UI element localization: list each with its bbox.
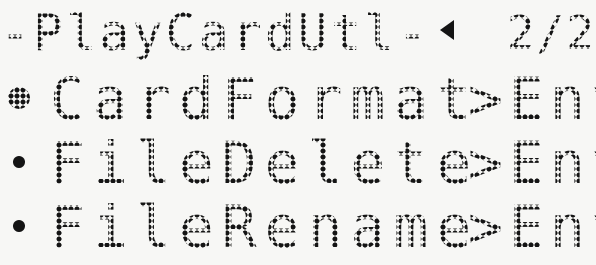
enter-action-label: >Ent (468, 65, 596, 133)
bullet-icon (13, 156, 25, 168)
menu-item-file-delete[interactable]: FileDelete >Ent (0, 129, 596, 197)
page-indicator: 2/2 (506, 6, 596, 60)
triangle-left-icon (440, 20, 454, 40)
menu-item-file-rename[interactable]: FileRename >Ent (0, 193, 596, 261)
menu-item-label: FileDelete (50, 129, 480, 197)
header-row: -PlayCardUtl- 2/2 (0, 6, 596, 60)
selected-bullet-icon (8, 87, 30, 109)
bullet-icon (13, 220, 25, 232)
lcd-display: -PlayCardUtl- 2/2 CardFormat >Ent FileDe… (0, 0, 596, 265)
menu-title: -PlayCardUtl- (0, 4, 431, 62)
enter-action-label: >Ent (468, 193, 596, 261)
menu-item-label: CardFormat (50, 65, 480, 133)
menu-item-label: FileRename (50, 193, 480, 261)
enter-action-label: >Ent (468, 129, 596, 197)
menu-item-card-format[interactable]: CardFormat >Ent (0, 65, 596, 133)
